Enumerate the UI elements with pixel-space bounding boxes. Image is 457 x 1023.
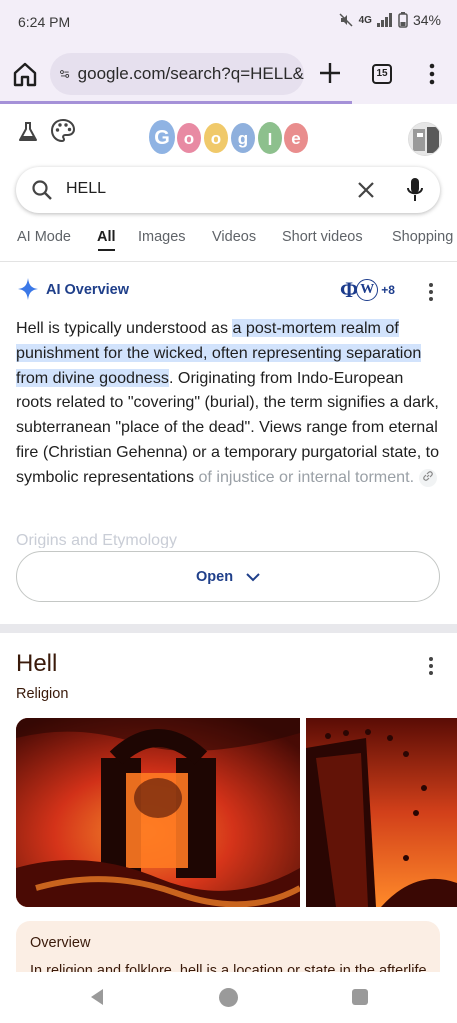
section-divider xyxy=(0,624,457,633)
home-icon[interactable] xyxy=(12,60,38,88)
signal-icon xyxy=(376,13,392,27)
recent-apps-icon[interactable] xyxy=(352,989,368,1005)
hell-image-cliff[interactable] xyxy=(306,718,457,907)
open-label: Open xyxy=(196,569,234,585)
mute-icon xyxy=(339,13,353,27)
search-box[interactable]: HELL xyxy=(16,167,440,213)
ai-overview-more-icon[interactable] xyxy=(424,280,438,304)
link-chain-icon[interactable] xyxy=(418,468,437,487)
new-tab-icon[interactable] xyxy=(316,58,344,88)
hell-image-gate[interactable] xyxy=(16,718,300,907)
ai-text-faded: of injustice or internal torment. xyxy=(198,467,415,486)
status-bar: 6:24 PM 4G 34% xyxy=(0,0,457,44)
system-nav-bar xyxy=(0,972,457,1023)
ai-text-intro: Hell is typically understood as xyxy=(16,319,233,337)
ai-sources[interactable]: Φ W +8 xyxy=(340,277,395,302)
ai-overview-header: AI Overview Φ W +8 xyxy=(0,274,457,308)
network-type: 4G xyxy=(358,14,372,26)
knowledge-panel-more-icon[interactable] xyxy=(424,654,438,678)
ai-next-heading: Origins and Etymology xyxy=(16,532,177,548)
tab-videos[interactable]: Videos xyxy=(212,229,256,245)
tab-images[interactable]: Images xyxy=(138,229,186,245)
labs-flask-icon[interactable] xyxy=(16,120,40,144)
address-bar[interactable]: google.com/search?q=HELL& xyxy=(50,53,304,95)
svg-text:l: l xyxy=(268,130,273,149)
ai-overview-title: AI Overview xyxy=(46,282,130,298)
sources-count: +8 xyxy=(381,283,395,297)
tab-all[interactable]: All xyxy=(97,229,116,245)
search-input[interactable]: HELL xyxy=(66,180,106,198)
tab-shopping[interactable]: Shopping xyxy=(392,229,453,245)
svg-text:G: G xyxy=(154,127,170,149)
tab-switcher-button[interactable]: 15 xyxy=(372,64,392,84)
search-tabs: AI Mode All Images Videos Short videos S… xyxy=(0,224,457,262)
overview-title: Overview xyxy=(30,935,91,951)
status-icons: 4G 34% xyxy=(338,12,441,28)
ai-overview-text: Hell is typically understood as a post-m… xyxy=(16,316,442,490)
search-header: G o o g l e xyxy=(0,104,457,164)
clear-search-icon[interactable] xyxy=(356,180,376,200)
battery-icon xyxy=(398,12,408,28)
overflow-menu-icon[interactable] xyxy=(424,60,440,88)
svg-text:o: o xyxy=(211,129,221,148)
source-wikipedia-logo: W xyxy=(356,279,379,301)
site-settings-icon[interactable] xyxy=(60,66,70,82)
chevron-down-icon xyxy=(246,573,260,582)
browser-toolbar: google.com/search?q=HELL& 15 xyxy=(0,44,457,104)
google-doodle-logo[interactable]: G o o g l e xyxy=(148,114,310,158)
microphone-icon[interactable] xyxy=(406,176,424,204)
home-nav-icon[interactable] xyxy=(219,988,238,1007)
url-text: google.com/search?q=HELL& xyxy=(77,64,304,83)
palette-icon[interactable] xyxy=(50,118,76,144)
svg-text:g: g xyxy=(238,129,248,148)
active-tab-indicator xyxy=(98,249,115,251)
tab-ai-mode[interactable]: AI Mode xyxy=(17,229,71,245)
tab-short-videos[interactable]: Short videos xyxy=(282,229,363,245)
search-icon xyxy=(32,180,52,200)
ai-sparkle-icon xyxy=(18,278,38,300)
status-time: 6:24 PM xyxy=(18,14,71,30)
knowledge-panel-title: Hell xyxy=(16,650,58,677)
ai-overview-open-button[interactable]: Open xyxy=(16,551,440,602)
svg-text:o: o xyxy=(184,129,194,148)
svg-text:e: e xyxy=(291,129,300,148)
account-avatar[interactable] xyxy=(408,122,442,156)
battery-level: 34% xyxy=(412,12,441,28)
back-icon[interactable] xyxy=(88,988,106,1006)
knowledge-panel-subtitle: Religion xyxy=(16,686,69,702)
